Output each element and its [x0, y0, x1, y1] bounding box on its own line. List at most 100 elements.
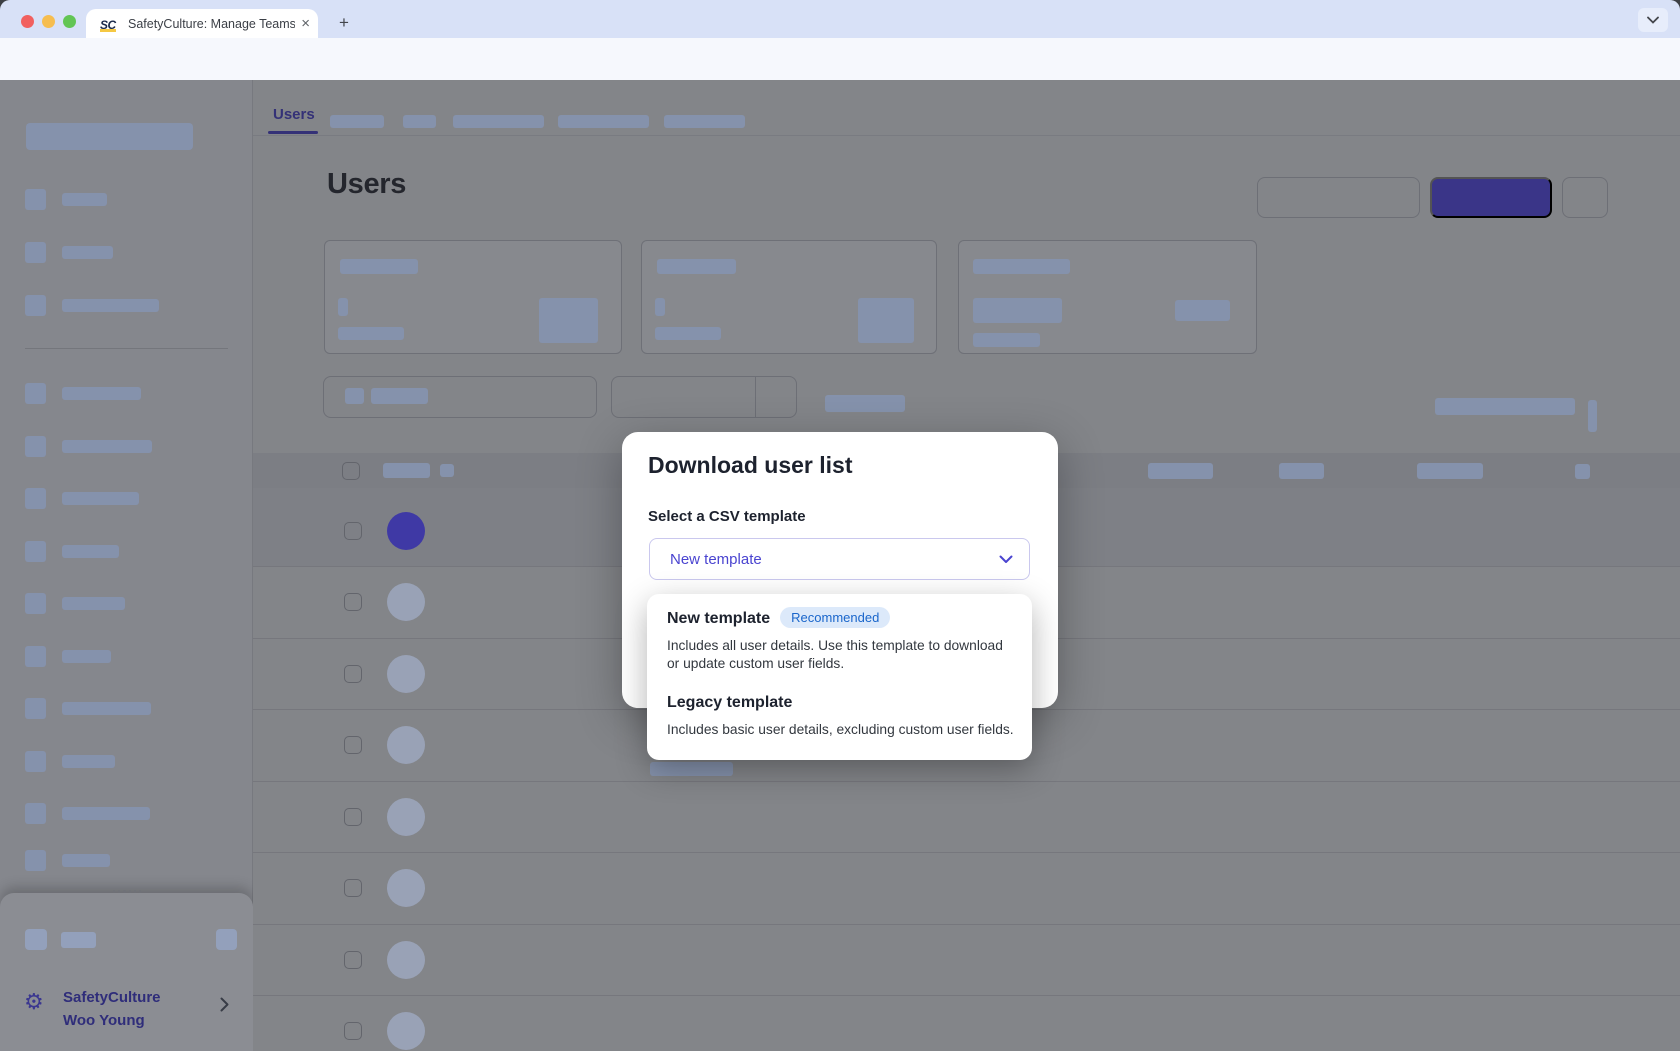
sidebar-item-icon-placeholder[interactable] — [25, 593, 46, 614]
sidebar-item-icon-placeholder[interactable] — [25, 295, 46, 316]
filter-split-button[interactable] — [611, 376, 797, 418]
tab-placeholder[interactable] — [664, 115, 745, 128]
stat-card — [641, 240, 937, 354]
row-checkbox[interactable] — [344, 1022, 362, 1040]
sidebar-item-label-placeholder[interactable] — [62, 387, 141, 400]
tab-title: SafetyCulture: Manage Teams and... — [128, 17, 295, 31]
filter-chip-placeholder[interactable] — [825, 395, 905, 412]
sort-icon[interactable] — [440, 464, 454, 477]
avatar — [387, 583, 425, 621]
sidebar-item-label-placeholder[interactable] — [62, 755, 115, 768]
sidebar-item-icon-placeholder[interactable] — [25, 383, 46, 404]
sidebar-item-icon-placeholder[interactable] — [25, 698, 46, 719]
sidebar-item-icon-placeholder[interactable] — [25, 242, 46, 263]
tab-placeholder[interactable] — [558, 115, 649, 128]
column-placeholder — [1148, 463, 1213, 479]
pagination-placeholder — [1435, 398, 1575, 415]
close-window-button[interactable] — [21, 15, 34, 28]
sidebar: ⚙ SafetyCulture Woo Young — [0, 80, 253, 1051]
sidebar-item-label-placeholder[interactable] — [62, 807, 150, 820]
column-placeholder — [1279, 463, 1324, 479]
column-settings-icon[interactable] — [1575, 464, 1590, 479]
row-divider — [253, 995, 1680, 996]
option-title: New template — [667, 610, 770, 627]
page-title: Users — [327, 168, 406, 201]
option-legacy-template[interactable]: Legacy template Includes basic user deta… — [667, 694, 1017, 739]
browser-window: SC SafetyCulture: Manage Teams and... × … — [0, 0, 1680, 1051]
sidebar-item-label-placeholder[interactable] — [62, 702, 151, 715]
drag-handle-dots — [113, 890, 141, 894]
row-divider — [253, 852, 1680, 853]
plan-badge-placeholder — [216, 929, 237, 950]
tab-users[interactable]: Users — [273, 106, 315, 123]
sidebar-item-label-placeholder[interactable] — [62, 246, 113, 259]
sidebar-item-icon-placeholder[interactable] — [25, 488, 46, 509]
browser-tab[interactable]: SC SafetyCulture: Manage Teams and... × — [86, 9, 318, 38]
row-checkbox[interactable] — [344, 522, 362, 540]
sidebar-item-label-placeholder[interactable] — [62, 440, 152, 453]
row-checkbox[interactable] — [344, 593, 362, 611]
chevron-right-icon[interactable] — [220, 997, 229, 1012]
more-options-button[interactable] — [1562, 177, 1608, 218]
maximize-window-button[interactable] — [63, 15, 76, 28]
csv-template-select-value: New template — [670, 551, 999, 568]
row-checkbox[interactable] — [344, 808, 362, 826]
active-tab-underline — [268, 131, 318, 134]
sidebar-item-icon-placeholder[interactable] — [25, 751, 46, 772]
sidebar-item-icon-placeholder[interactable] — [25, 436, 46, 457]
account-user-name: Woo Young — [63, 1012, 145, 1029]
select-all-checkbox[interactable] — [342, 462, 360, 480]
avatar — [387, 1012, 425, 1050]
row-divider — [253, 781, 1680, 782]
recommended-badge: Recommended — [780, 607, 890, 628]
tab-search-chevron-icon[interactable] — [1638, 8, 1668, 32]
modal-title: Download user list — [648, 452, 852, 479]
option-description: Includes all user details. Use this temp… — [667, 637, 1012, 674]
secondary-action-button[interactable] — [1257, 177, 1420, 218]
sidebar-item-icon-placeholder[interactable] — [25, 803, 46, 824]
csv-template-select[interactable]: New template — [649, 538, 1030, 580]
option-new-template[interactable]: New template Recommended Includes all use… — [667, 608, 1012, 674]
row-divider — [253, 924, 1680, 925]
stat-card — [958, 240, 1257, 354]
primary-action-button[interactable] — [1430, 177, 1552, 218]
sidebar-item-icon-placeholder[interactable] — [25, 646, 46, 667]
sidebar-item-label-placeholder[interactable] — [62, 650, 111, 663]
tab-placeholder[interactable] — [330, 115, 384, 128]
browser-toolbar: https://app.safetyculture.com/organisati… — [0, 38, 1680, 80]
scrollbar-thumb[interactable] — [1588, 400, 1597, 432]
sidebar-item-icon-placeholder[interactable] — [25, 189, 46, 210]
sidebar-item-label-placeholder[interactable] — [62, 299, 159, 312]
page-tabs: Users — [253, 80, 1680, 136]
row-checkbox[interactable] — [344, 879, 362, 897]
csv-template-label: Select a CSV template — [648, 508, 806, 525]
tab-placeholder[interactable] — [403, 115, 436, 128]
row-checkbox[interactable] — [344, 951, 362, 969]
sidebar-item-label-placeholder[interactable] — [62, 193, 107, 206]
gear-icon[interactable]: ⚙ — [24, 991, 44, 1013]
sidebar-item-label-placeholder[interactable] — [62, 545, 119, 558]
plan-label-placeholder — [61, 932, 96, 948]
tab-strip: SC SafetyCulture: Manage Teams and... × … — [0, 0, 1680, 38]
avatar — [387, 869, 425, 907]
search-input[interactable] — [323, 376, 597, 418]
sidebar-divider — [25, 348, 228, 349]
sidebar-account-panel: ⚙ SafetyCulture Woo Young — [0, 893, 253, 1051]
tab-placeholder[interactable] — [453, 115, 544, 128]
sidebar-item-icon-placeholder[interactable] — [25, 541, 46, 562]
tab-close-icon[interactable]: × — [301, 16, 310, 31]
minimize-window-button[interactable] — [42, 15, 55, 28]
search-placeholder-block — [371, 388, 428, 404]
sidebar-item-icon-placeholder[interactable] — [25, 850, 46, 871]
sidebar-item-label-placeholder[interactable] — [62, 492, 139, 505]
safetyculture-favicon-icon: SC — [100, 16, 120, 32]
sidebar-item-label-placeholder[interactable] — [62, 854, 110, 867]
search-icon — [345, 388, 364, 404]
plan-icon-placeholder — [25, 929, 47, 950]
avatar — [387, 941, 425, 979]
sidebar-item-label-placeholder[interactable] — [62, 597, 125, 610]
new-tab-icon[interactable]: + — [334, 13, 354, 33]
row-checkbox[interactable] — [344, 665, 362, 683]
row-checkbox[interactable] — [344, 736, 362, 754]
avatar — [387, 655, 425, 693]
